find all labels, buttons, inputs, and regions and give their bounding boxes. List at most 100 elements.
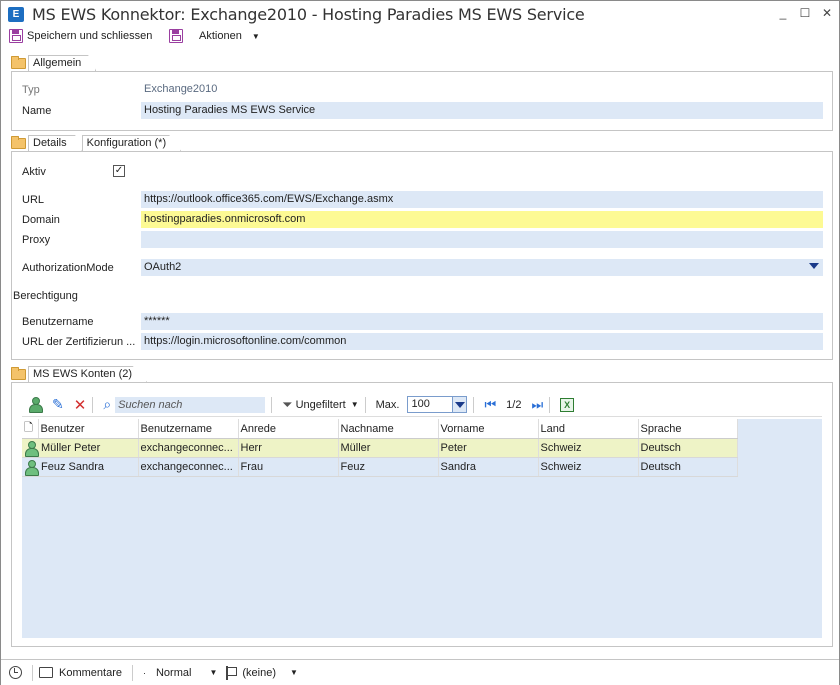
close-icon[interactable]: ✕ — [821, 6, 833, 20]
chevron-down-icon: ▼ — [350, 400, 359, 409]
table-row[interactable]: Feuz Sandra exchangeconnec... Frau Feuz … — [22, 457, 738, 477]
column-header-country[interactable]: Land — [538, 419, 639, 439]
actions-menu-button[interactable]: Aktionen ▼ — [169, 29, 260, 43]
save-close-icon — [9, 29, 23, 43]
cell-user-text: Feuz Sandra — [41, 461, 104, 473]
flag-icon — [225, 665, 238, 680]
flag-label: (keine) — [242, 666, 276, 679]
auth-mode-value: OAuth2 — [144, 261, 182, 273]
folder-icon — [11, 367, 26, 380]
cell-username: exchangeconnec... — [138, 438, 239, 458]
auth-mode-label: AuthorizationMode — [22, 262, 114, 274]
max-label: Max. — [375, 398, 400, 411]
toolbar-separator — [549, 396, 551, 413]
cell-country: Schweiz — [538, 457, 639, 477]
save-close-label: Speichern und schliessen — [27, 30, 153, 42]
filter-button[interactable]: ⏷ Ungefiltert ▼ — [282, 397, 358, 413]
add-account-button[interactable] — [28, 397, 43, 413]
chevron-down-icon[interactable] — [809, 263, 819, 269]
edit-account-button[interactable]: ✎ — [52, 396, 64, 413]
proxy-label: Proxy — [22, 234, 51, 246]
delete-x-icon: ✕ — [73, 396, 87, 414]
connector-window: E MS EWS Konnektor: Exchange2010 - Hosti… — [0, 0, 840, 685]
name-field[interactable]: Hosting Paradies MS EWS Service — [141, 102, 823, 119]
first-page-button[interactable]: ⏮ — [484, 397, 496, 413]
status-bar: Kommentare · Normal ▼ (keine) ▼ — [1, 659, 839, 685]
person-icon — [24, 459, 39, 476]
first-page-icon: ⏮ — [484, 396, 497, 412]
cell-language: Deutsch — [638, 457, 738, 477]
status-separator — [131, 664, 133, 681]
excel-icon: X — [560, 397, 575, 412]
toolbar-separator — [271, 396, 273, 413]
save-close-button[interactable]: Speichern und schliessen — [9, 29, 152, 43]
chevron-down-icon: ▼ — [251, 31, 260, 41]
domain-field[interactable]: hostingparadies.onmicrosoft.com — [141, 211, 823, 228]
toolbar-separator — [92, 396, 94, 413]
history-icon — [9, 666, 22, 679]
column-header-username[interactable]: Benutzername — [138, 419, 239, 439]
search-button[interactable]: ⌕ — [103, 396, 111, 413]
maximize-icon[interactable]: ☐ — [799, 6, 811, 20]
column-header-firstname[interactable]: Vorname — [438, 419, 539, 439]
next-page-button[interactable]: ⏭ — [531, 397, 543, 413]
cell-language: Deutsch — [638, 438, 738, 458]
cell-user: Feuz Sandra — [22, 457, 139, 477]
cell-salutation: Frau — [238, 457, 339, 477]
tab-configuration[interactable]: Konfiguration (*) — [81, 135, 182, 151]
cell-firstname: Sandra — [438, 457, 539, 477]
cell-salutation: Herr — [238, 438, 339, 458]
delete-account-button[interactable]: ✕ — [74, 396, 87, 414]
column-header-language[interactable]: Sprache — [638, 419, 738, 439]
pencil-icon: ✎ — [52, 396, 64, 412]
minimize-icon[interactable]: _ — [777, 6, 789, 20]
column-header-lastname[interactable]: Nachname — [338, 419, 439, 439]
comments-button[interactable]: Kommentare — [39, 667, 122, 679]
tab-general[interactable]: Allgemein — [28, 55, 97, 71]
table-row[interactable]: Müller Peter exchangeconnec... Herr Müll… — [22, 438, 738, 458]
search-input[interactable]: Suchen nach — [115, 396, 266, 413]
active-checkbox[interactable]: ✓ — [113, 165, 125, 177]
next-page-icon: ⏭ — [531, 396, 544, 412]
actions-label: Aktionen — [199, 30, 242, 42]
cell-user: Müller Peter — [22, 438, 139, 458]
priority-dot-icon: · — [142, 667, 146, 678]
url-label: URL — [22, 194, 45, 206]
window-controls: _ ☐ ✕ — [777, 6, 833, 20]
column-header-salutation[interactable]: Anrede — [238, 419, 339, 439]
status-separator — [32, 664, 33, 681]
cell-username: exchangeconnec... — [138, 457, 239, 477]
cert-url-label: URL der Zertifizierun ... — [22, 336, 136, 348]
person-icon — [24, 440, 39, 457]
username-field[interactable]: ****** — [141, 313, 823, 330]
tab-details[interactable]: Details — [28, 135, 82, 151]
proxy-field[interactable] — [141, 231, 823, 248]
chevron-down-icon[interactable] — [452, 397, 467, 412]
auth-mode-select[interactable]: OAuth2 — [141, 259, 823, 276]
document-icon: 🗋 — [24, 422, 33, 434]
chevron-down-icon: ▼ — [209, 668, 218, 677]
history-button[interactable] — [9, 666, 22, 679]
cert-url-field[interactable]: https://login.microsoftonline.com/common — [141, 333, 823, 350]
tab-accounts[interactable]: MS EWS Konten (2) — [28, 366, 148, 382]
priority-dropdown[interactable]: · Normal ▼ — [143, 667, 217, 679]
excel-export-button[interactable]: X — [560, 397, 575, 412]
type-value: Exchange2010 — [141, 81, 823, 98]
folder-icon — [11, 136, 26, 149]
active-label: Aktiv — [22, 166, 46, 178]
flag-dropdown[interactable]: (keine) ▼ — [225, 665, 298, 680]
person-icon — [28, 397, 43, 413]
main-toolbar: Speichern und schliessen Aktionen ▼ — [1, 27, 839, 47]
column-header-user[interactable]: Benutzer — [38, 419, 139, 439]
url-field[interactable]: https://outlook.office365.com/EWS/Exchan… — [141, 191, 823, 208]
cell-lastname: Feuz — [338, 457, 439, 477]
domain-label: Domain — [22, 214, 60, 226]
max-select[interactable]: 100 — [407, 396, 468, 413]
cell-country: Schweiz — [538, 438, 639, 458]
search-icon: ⌕ — [103, 396, 112, 412]
folder-icon — [11, 56, 26, 69]
window-title: MS EWS Konnektor: Exchange2010 - Hosting… — [32, 5, 585, 24]
cell-firstname: Peter — [438, 438, 539, 458]
row-icon-header: 🗋 — [22, 419, 39, 439]
type-label: Typ — [22, 84, 40, 96]
